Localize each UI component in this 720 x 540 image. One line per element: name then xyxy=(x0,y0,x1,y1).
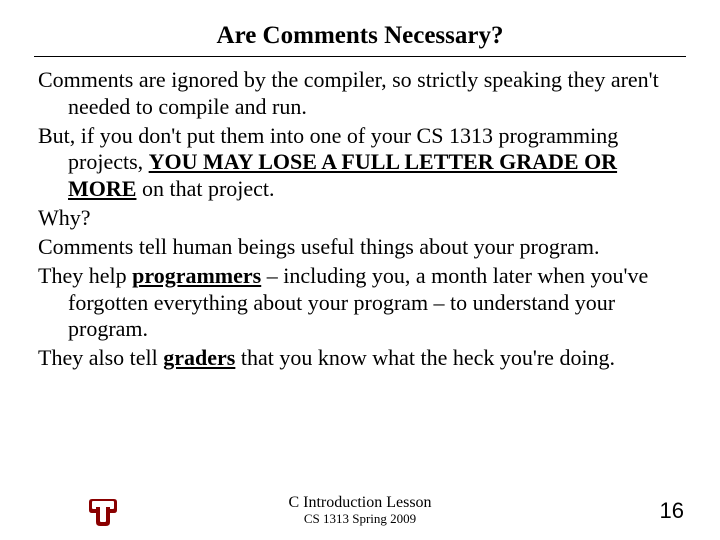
text: Why? xyxy=(38,205,91,230)
footer: C Introduction Lesson CS 1313 Spring 200… xyxy=(0,494,720,526)
text: They also tell xyxy=(38,345,163,370)
paragraph-6: They also tell graders that you know wha… xyxy=(38,345,682,372)
text: on that project. xyxy=(136,176,274,201)
text: Comments tell human beings useful things… xyxy=(38,234,600,259)
footer-line1: C Introduction Lesson xyxy=(288,494,431,512)
emphasis-programmers: programmers xyxy=(132,263,261,288)
paragraph-3: Why? xyxy=(38,205,682,232)
text: They help xyxy=(38,263,132,288)
slide-title: Are Comments Necessary? xyxy=(38,22,682,50)
paragraph-2: But, if you don't put them into one of y… xyxy=(38,123,682,203)
emphasis-graders: graders xyxy=(163,345,235,370)
footer-line2: CS 1313 Spring 2009 xyxy=(288,512,431,526)
text: Comments are ignored by the compiler, so… xyxy=(38,67,659,119)
slide-body: Comments are ignored by the compiler, so… xyxy=(38,67,682,372)
title-underline xyxy=(34,56,686,57)
footer-center: C Introduction Lesson CS 1313 Spring 200… xyxy=(288,494,431,526)
paragraph-1: Comments are ignored by the compiler, so… xyxy=(38,67,682,121)
paragraph-5: They help programmers – including you, a… xyxy=(38,263,682,343)
slide: Are Comments Necessary? Comments are ign… xyxy=(0,0,720,540)
paragraph-4: Comments tell human beings useful things… xyxy=(38,234,682,261)
page-number: 16 xyxy=(660,498,684,524)
text: that you know what the heck you're doing… xyxy=(235,345,615,370)
